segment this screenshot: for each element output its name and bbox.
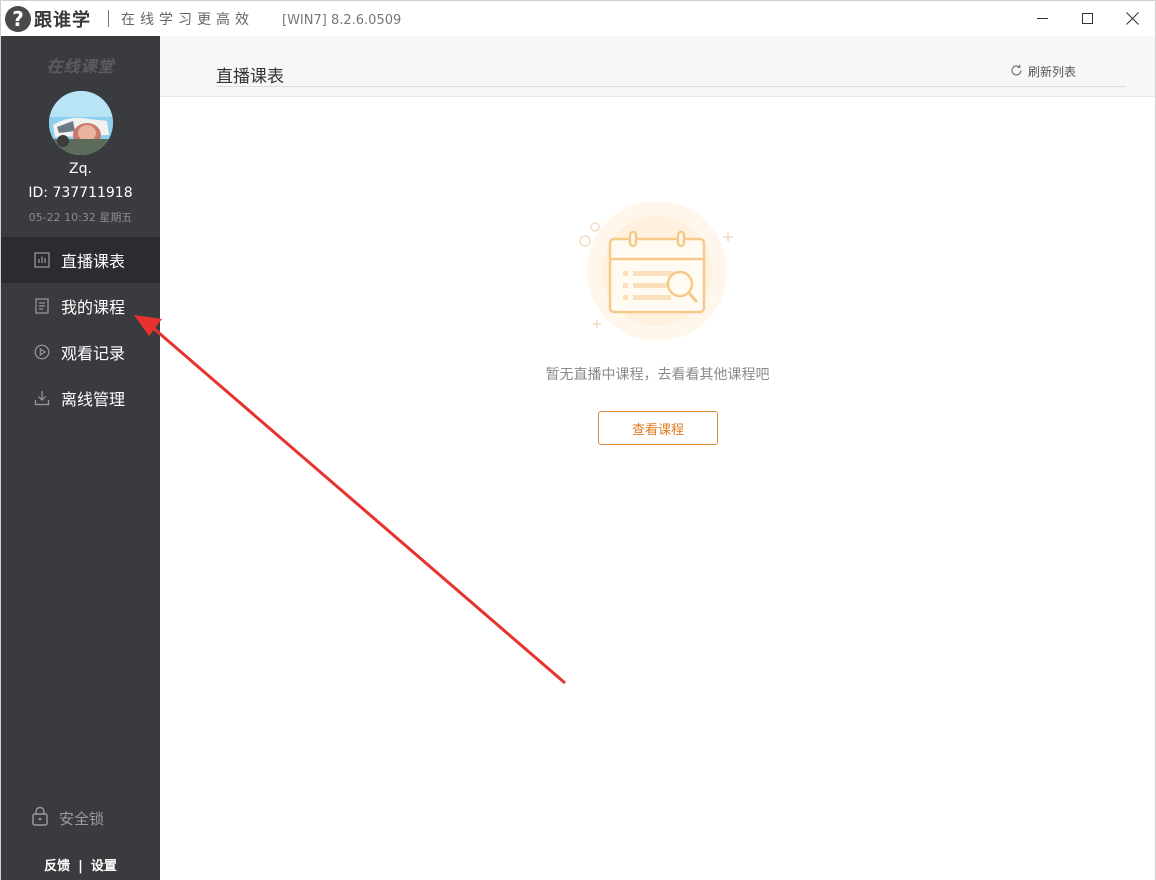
user-id: ID: 737711918 <box>28 185 133 201</box>
sidebar-brand: 在线课堂 <box>46 57 115 76</box>
page-title: 直播课表 <box>216 67 284 87</box>
sidebar-nav: 直播课表 我的课程 观看记录 离线管理 <box>1 237 160 421</box>
content-header: 直播课表 刷新列表 <box>160 36 1155 97</box>
user-name: Zq. <box>69 161 92 177</box>
app-window: ? 跟谁学 在线学习更高效 [WIN7] 8.2.6.0509 在线课堂 Zq. <box>0 0 1156 880</box>
main-content: 直播课表 刷新列表 暂无直播中课程，去看看其他课程吧 查看课程 <box>160 36 1155 880</box>
sidebar-item-label: 离线管理 <box>61 390 126 409</box>
sidebar-item-label: 观看记录 <box>61 344 126 363</box>
lock-label: 安全锁 <box>59 809 105 828</box>
close-button[interactable] <box>1109 1 1155 36</box>
logo-question-icon: ? <box>5 6 31 32</box>
app-logo: ? 跟谁学 <box>5 5 91 33</box>
sidebar-item-offline-management[interactable]: 离线管理 <box>1 375 160 421</box>
lock-icon <box>31 806 49 830</box>
download-icon <box>34 390 50 406</box>
refresh-label: 刷新列表 <box>1028 65 1077 79</box>
minimize-button[interactable] <box>1019 1 1065 36</box>
chart-icon <box>34 252 50 268</box>
title-bar[interactable]: ? 跟谁学 在线学习更高效 [WIN7] 8.2.6.0509 <box>1 1 1155 36</box>
empty-message: 暂无直播中课程，去看看其他课程吧 <box>545 367 770 383</box>
header-divider <box>216 86 1126 87</box>
current-datetime: 05-22 10:32 星期五 <box>28 211 133 224</box>
app-version: [WIN7] 8.2.6.0509 <box>282 13 402 28</box>
empty-calendar-illustration <box>575 201 745 341</box>
refresh-icon <box>1010 62 1023 81</box>
app-name: 跟谁学 <box>34 10 91 31</box>
avatar[interactable] <box>49 91 113 155</box>
sidebar-item-my-courses[interactable]: 我的课程 <box>1 283 160 329</box>
maximize-icon <box>1081 13 1093 24</box>
maximize-button[interactable] <box>1064 1 1110 36</box>
document-icon <box>34 298 50 314</box>
security-lock-button[interactable]: 安全锁 <box>31 806 104 830</box>
bottom-links: 反馈 | 设置 <box>1 855 160 874</box>
refresh-list-button[interactable]: 刷新列表 <box>1010 62 1076 81</box>
view-courses-button[interactable]: 查看课程 <box>598 411 718 445</box>
sidebar: 在线课堂 Zq. ID: 737711918 05-22 10:32 星期五 直… <box>1 36 160 880</box>
close-icon <box>1126 12 1139 25</box>
title-divider <box>108 10 109 27</box>
sidebar-item-label: 我的课程 <box>61 298 126 317</box>
sidebar-item-live-schedule[interactable]: 直播课表 <box>1 237 160 283</box>
minimize-icon <box>1036 18 1048 19</box>
avatar-image <box>49 91 113 155</box>
link-divider: | <box>78 859 83 874</box>
sidebar-item-label: 直播课表 <box>61 252 126 271</box>
sidebar-item-watch-history[interactable]: 观看记录 <box>1 329 160 375</box>
play-circle-icon <box>34 344 50 360</box>
feedback-link[interactable]: 反馈 <box>44 859 70 874</box>
app-slogan: 在线学习更高效 <box>121 12 254 28</box>
settings-link[interactable]: 设置 <box>91 859 117 874</box>
